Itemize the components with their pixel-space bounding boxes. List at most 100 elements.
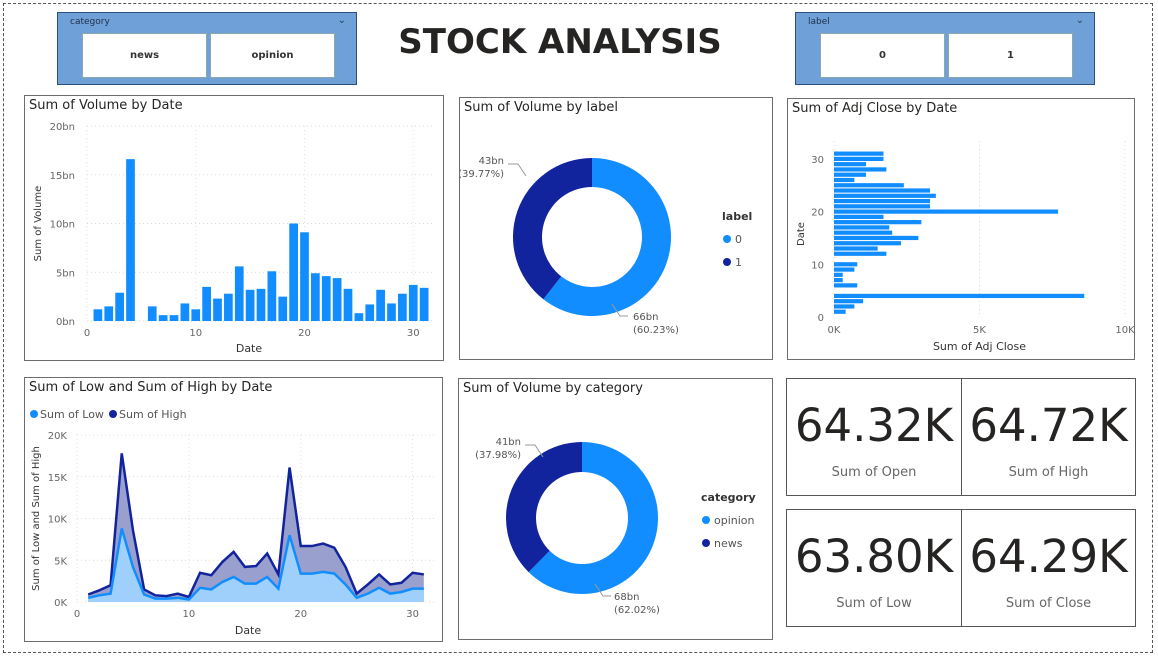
legend-marker [723,258,731,266]
bar [202,286,211,321]
bar [834,172,867,177]
bar [245,289,255,321]
legend-title: label [722,210,752,223]
chevron-down-icon[interactable]: ⌄ [1076,15,1084,26]
kpi-card-close: 64.29K Sum of Close [961,509,1136,627]
x-tick-label: 30 [406,609,419,620]
slicer-option-1[interactable]: 1 [948,33,1073,78]
legend-marker [109,410,117,418]
volume-by-label-panel[interactable]: Sum of Volume by label 66bn (60.23%) 43bn(… [459,97,773,360]
page-title: STOCK ANALYSIS [398,22,722,62]
bar [213,298,222,321]
slicer-title: label [808,17,830,27]
bar [126,159,135,321]
bar [834,235,919,241]
volume-by-category-chart: 68bn (62.02%) 41bn (37.98%) category opinion n… [475,437,756,616]
bar [256,288,266,321]
y-tick-label: 10K [48,515,68,526]
legend-entry: 0 [735,233,742,246]
label-slicer: label ⌄ 0 1 [795,12,1095,85]
bar [834,193,936,198]
y-tick-label: 5bn [56,268,75,279]
y-tick-label: 5K [54,556,67,567]
bar [180,303,190,321]
slicer-option-0[interactable]: 0 [820,33,945,78]
slicer-title: category [70,17,110,27]
volume-by-date-chart: 0bn 5bn 10bn 15bn 20bn 0 10 20 30 Date Sum of Volu… [33,122,435,355]
bar [834,209,1059,214]
bar [834,151,884,156]
legend-entry: Sum of High [119,408,187,421]
data-label: 41bn [496,437,521,448]
bar [834,220,922,225]
low-high-by-date-chart: 0K 5K 10K 15K 20K 0 10 20 30 Sum of Low Sum of Hig… [30,408,435,637]
bar [834,230,893,235]
bar [398,293,407,321]
y-tick-label: 20bn [50,122,75,133]
chevron-down-icon[interactable]: ⌄ [338,15,346,26]
bar [158,315,168,321]
legend-entry: opinion [714,514,755,527]
x-tick-label: 5K [973,325,986,336]
volume-by-date-panel[interactable]: Sum of Volume by Date 0bn 5bn 10bn 15bn 20bn… [24,95,444,361]
bar [169,315,179,321]
bar [354,313,364,321]
y-tick-label: 15K [48,473,68,484]
x-tick-label: 10K [1115,325,1134,336]
slicer-option-opinion[interactable]: opinion [210,33,335,78]
bar [834,278,843,283]
low-high-by-date-panel[interactable]: Sum of Low and Sum of High by Date 0K 5K 1… [24,377,443,642]
category-slicer: category ⌄ news opinion [57,12,357,85]
volume-by-label-chart: 66bn (60.23%) 43bn (39.77%) label 0 1 [460,156,752,336]
bar [834,225,890,230]
kpi-value: 64.32K [794,399,954,452]
x-tick-label: 20 [298,328,311,339]
data-label: (37.98%) [475,450,521,461]
volume-by-category-panel[interactable]: Sum of Volume by category 68bn (62.02%) 41… [458,378,773,640]
x-tick-label: 10 [183,609,196,620]
bar [834,267,855,272]
x-tick-label: 0K [828,325,841,336]
bar [376,289,385,321]
bar [365,304,375,321]
bar [834,309,846,314]
legend-marker [702,516,710,524]
legend-marker [30,410,38,418]
y-tick-label: 0 [818,313,824,324]
callout-line [508,163,527,177]
y-tick-label: 10 [811,260,824,271]
kpi-label: Sum of Close [1005,596,1092,611]
kpi-label: Sum of High [1008,465,1089,480]
bar [147,306,157,321]
x-tick-label: 20 [294,609,307,620]
y-tick-label: 30 [811,155,824,166]
kpi-value: 63.80K [794,530,954,583]
kpi-value: 64.29K [969,530,1128,583]
bar [834,156,884,162]
legend-marker [702,539,710,547]
slicer-option-news[interactable]: news [82,33,207,78]
bar [343,288,353,321]
legend-marker [723,235,731,243]
data-label: 43bn [479,156,504,167]
y-tick-label: 10bn [50,220,75,231]
y-tick-label: 15bn [50,171,75,182]
bar [191,309,201,321]
bar [321,276,331,321]
bar [332,278,342,321]
bar [834,177,855,183]
bar [834,272,843,277]
x-axis-label: Date [236,342,263,355]
bar [834,304,855,309]
kpi-value: 64.72K [969,399,1128,452]
bar [834,293,1085,299]
bar [834,251,887,256]
bar [834,183,904,188]
bar [224,293,233,321]
bar [834,283,858,288]
y-tick-label: 0K [54,598,67,609]
adj-close-by-date-panel[interactable]: Sum of Adj Close by Date 0K 5K 10K 0 10 20 30 S… [787,98,1135,360]
data-label: (62.02%) [614,605,660,616]
bar [834,299,864,304]
data-label: 66bn [633,312,658,323]
